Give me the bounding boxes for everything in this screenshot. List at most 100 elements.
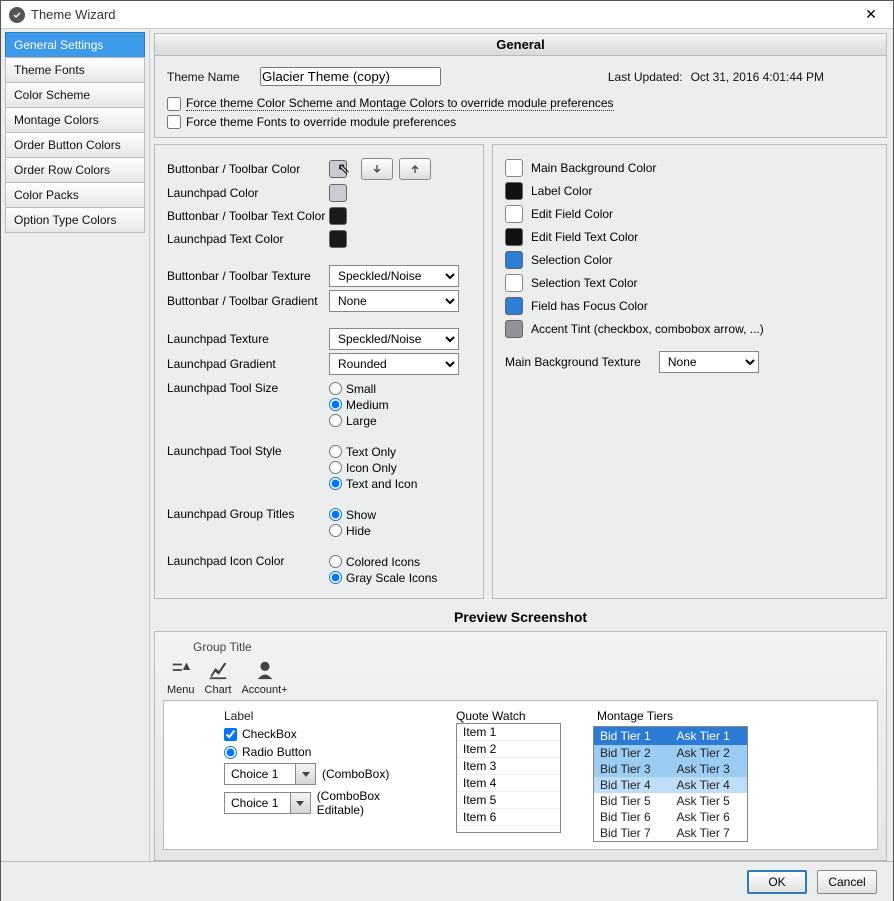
sidebar-tab[interactable]: Color Packs <box>5 182 145 208</box>
color-swatch[interactable] <box>505 182 523 200</box>
color-swatch[interactable] <box>505 228 523 246</box>
buttonbar-text-swatch[interactable] <box>329 207 347 225</box>
chevron-down-icon[interactable] <box>290 793 310 813</box>
table-row[interactable]: Bid Tier 6Ask Tier 6 <box>594 809 747 825</box>
table-row[interactable]: Bid Tier 7Ask Tier 7 <box>594 825 747 841</box>
preview-radio[interactable] <box>224 746 237 759</box>
sidebar-tab[interactable]: General Settings <box>5 32 145 58</box>
launchpad-gradient-select[interactable]: Rounded <box>329 353 459 375</box>
list-item[interactable]: Item 3 <box>457 758 560 775</box>
preview-combo2-hint: (ComboBox Editable) <box>317 789 424 817</box>
radio-option[interactable]: Text and Icon <box>329 476 417 491</box>
launchpad-texture-select[interactable]: Speckled/Noise <box>329 328 459 350</box>
toolbar-item[interactable]: Chart <box>205 658 232 696</box>
ok-button[interactable]: OK <box>747 870 807 894</box>
window-titlebar: Theme Wizard ✕ <box>1 1 893 29</box>
list-item[interactable]: Item 2 <box>457 741 560 758</box>
bg-texture-select[interactable]: None <box>659 351 759 373</box>
toolbar-item-label: Menu <box>167 684 195 696</box>
table-row[interactable]: Bid Tier 5Ask Tier 5 <box>594 793 747 809</box>
preview-toolbar: Menu Chart Account+ <box>163 658 878 700</box>
color-swatch[interactable] <box>505 297 523 315</box>
table-row[interactable]: Bid Tier 2Ask Tier 2 <box>594 745 747 761</box>
table-row[interactable]: Bid Tier 3Ask Tier 3 <box>594 761 747 777</box>
sidebar-tab[interactable]: Color Scheme <box>5 82 145 108</box>
preview-inner: Label CheckBox Radio Button Choice 1 (Co… <box>163 700 878 850</box>
buttonbar-color-swatch[interactable] <box>329 160 347 178</box>
buttonbar-texture-label: Buttonbar / Toolbar Texture <box>167 269 329 283</box>
radio-option[interactable]: Large <box>329 413 389 428</box>
account+-icon <box>252 658 278 682</box>
toolbar-item[interactable]: Account+ <box>241 658 287 696</box>
list-item[interactable]: Item 6 <box>457 809 560 826</box>
theme-name-label: Theme Name <box>167 70 252 84</box>
radio-option[interactable]: Text Only <box>329 444 417 459</box>
sidebar-tab[interactable]: Order Row Colors <box>5 157 145 183</box>
toolbar-item[interactable]: Menu <box>167 658 195 696</box>
bg-texture-label: Main Background Texture <box>505 355 641 369</box>
cancel-button[interactable]: Cancel <box>817 870 877 894</box>
radio-option[interactable]: Hide <box>329 523 376 538</box>
montage-label: Montage Tiers <box>593 709 748 726</box>
close-button[interactable]: ✕ <box>857 1 885 29</box>
sidebar-tab[interactable]: Order Button Colors <box>5 132 145 158</box>
move-up-button[interactable] <box>399 158 431 180</box>
force-color-label: Force theme Color Scheme and Montage Col… <box>186 96 614 111</box>
color-label: Selection Color <box>531 253 612 267</box>
menu-icon <box>168 658 194 682</box>
panel-header: General <box>155 34 886 56</box>
radio-option[interactable]: Gray Scale Icons <box>329 570 437 585</box>
sidebar-tab[interactable]: Option Type Colors <box>5 207 145 233</box>
tool-style-label: Launchpad Tool Style <box>167 444 329 458</box>
toolbar-item-label: Chart <box>205 684 232 696</box>
force-fonts-label: Force theme Fonts to override module pre… <box>186 115 456 129</box>
preview-checkbox[interactable] <box>224 728 237 741</box>
radio-option[interactable]: Medium <box>329 397 389 412</box>
color-swatch[interactable] <box>505 274 523 292</box>
preview-title: Preview Screenshot <box>154 605 887 631</box>
list-item[interactable]: Item 5 <box>457 792 560 809</box>
preview-combobox-1[interactable]: Choice 1 <box>224 763 316 785</box>
tool-style-group: Text OnlyIcon OnlyText and Icon <box>329 444 417 491</box>
theme-name-input[interactable] <box>260 67 441 86</box>
quote-watch-label: Quote Watch <box>456 709 561 723</box>
preview-combobox-2[interactable]: Choice 1 <box>224 792 311 814</box>
radio-option[interactable]: Show <box>329 507 376 522</box>
table-row[interactable]: Bid Tier 4Ask Tier 4 <box>594 777 747 793</box>
group-titles-group: ShowHide <box>329 507 376 538</box>
left-settings-panel: Buttonbar / Toolbar Color Launchpad Colo… <box>154 144 484 599</box>
sidebar-tab[interactable]: Montage Colors <box>5 107 145 133</box>
preview-checkbox-label: CheckBox <box>242 727 297 741</box>
list-item[interactable]: Item 4 <box>457 775 560 792</box>
color-swatch[interactable] <box>505 205 523 223</box>
move-down-button[interactable] <box>361 158 393 180</box>
color-swatch[interactable] <box>505 320 523 338</box>
color-swatch[interactable] <box>505 159 523 177</box>
radio-option[interactable]: Small <box>329 381 389 396</box>
color-label: Accent Tint (checkbox, combobox arrow, .… <box>531 322 764 336</box>
sidebar-tab[interactable]: Theme Fonts <box>5 57 145 83</box>
radio-option[interactable]: Colored Icons <box>329 554 437 569</box>
launchpad-color-swatch[interactable] <box>329 184 347 202</box>
force-color-checkbox[interactable] <box>167 97 181 111</box>
color-swatch[interactable] <box>505 251 523 269</box>
list-item[interactable]: Item 1 <box>457 724 560 741</box>
color-label: Selection Text Color <box>531 276 638 290</box>
radio-option[interactable]: Icon Only <box>329 460 417 475</box>
color-label: Main Background Color <box>531 161 656 175</box>
preview-panel: Group Title MenuChartAccount+ Label Chec… <box>154 631 887 861</box>
buttonbar-gradient-select[interactable]: None <box>329 290 459 312</box>
general-panel: General Theme Name Last Updated: Oct 31,… <box>154 33 887 138</box>
launchpad-text-label: Launchpad Text Color <box>167 232 329 246</box>
preview-radio-label: Radio Button <box>242 745 311 759</box>
launchpad-text-swatch[interactable] <box>329 230 347 248</box>
chart-icon <box>205 658 231 682</box>
force-fonts-checkbox[interactable] <box>167 115 181 129</box>
quote-watch-list[interactable]: Item 1Item 2Item 3Item 4Item 5Item 6 <box>456 723 561 833</box>
tool-size-group: SmallMediumLarge <box>329 381 389 428</box>
montage-tier-table[interactable]: Bid Tier 1Ask Tier 1Bid Tier 2Ask Tier 2… <box>593 726 748 842</box>
buttonbar-texture-select[interactable]: Speckled/Noise <box>329 265 459 287</box>
chevron-down-icon[interactable] <box>295 764 315 784</box>
dialog-footer: OK Cancel <box>1 861 893 901</box>
group-titles-label: Launchpad Group Titles <box>167 507 329 521</box>
